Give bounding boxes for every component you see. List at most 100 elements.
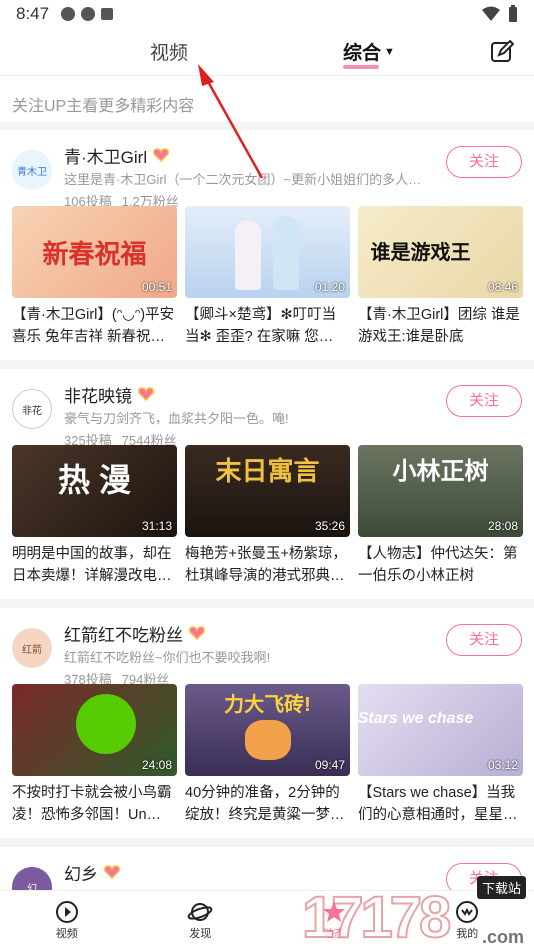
profile-icon: [456, 901, 479, 923]
video-title[interactable]: 梅艳芳+张曼玉+杨紫琼，杜琪峰导演的港式邪典…: [185, 543, 350, 587]
video-thumbnail[interactable]: 24:08: [12, 684, 177, 776]
thumbnail-text: 热 漫: [58, 462, 131, 498]
video-duration: 08:46: [487, 280, 518, 294]
heart-badge-icon: [153, 148, 170, 162]
sort-dropdown[interactable]: 综合 ▼: [343, 38, 395, 69]
video-title[interactable]: 【Stars we chase】当我们的心意相通时，星星…: [358, 782, 523, 826]
avatar[interactable]: 红箭: [12, 628, 52, 668]
video-title[interactable]: 【卿斗×楚鸢】✻叮叮当当✻ 歪歪? 在家嘛 您…: [185, 304, 350, 348]
avatar[interactable]: 青木卫: [12, 150, 52, 190]
nav-video-label: 视频: [55, 928, 78, 940]
status-time: 8:47: [16, 4, 50, 23]
follow-button[interactable]: 关注: [446, 385, 522, 417]
star-icon: [322, 901, 345, 922]
active-tab-indicator: [343, 65, 379, 69]
video-title[interactable]: 【人物志】仲代达矢：第一伯乐の小林正树: [358, 543, 523, 587]
up-card: 非花 非花映镜 豪气与刀剑齐飞，血浆共夕阳一色。唵! 325投稿 7544粉丝 关…: [0, 369, 534, 599]
video-item[interactable]: 末日寓言 35:26 梅艳芳+张曼玉+杨紫琼，杜琪峰导演的港式邪典…: [185, 445, 350, 587]
nav-discover[interactable]: 发现: [134, 891, 268, 950]
edit-icon[interactable]: [490, 40, 514, 64]
avatar[interactable]: 非花: [12, 389, 52, 429]
video-item[interactable]: 热 漫 31:13 明明是中国的故事，却在日本卖爆！详解漫改电…: [12, 445, 177, 587]
video-thumbnail[interactable]: 新春祝福 00:51: [12, 206, 177, 298]
top-tab-bar: 视频 综合 ▼: [0, 28, 534, 76]
heart-badge-icon: [189, 626, 205, 640]
video-item[interactable]: 24:08 不按时打卡就会被小鸟霸凌！恐怖多邻国！Un…: [12, 684, 177, 826]
video-duration: 03:12: [487, 758, 518, 772]
video-item[interactable]: 新春祝福 00:51 【青·木卫Girl】(ᵔ◡ᵔ)平安喜乐 兔年吉祥 新春祝…: [12, 206, 177, 348]
bottom-nav: 视频 发现 动态 我的: [0, 890, 534, 950]
up-name[interactable]: 红箭红不吃粉丝: [64, 621, 183, 646]
sort-label: 综合: [343, 43, 382, 64]
battery-icon: [509, 5, 517, 22]
video-thumbnail[interactable]: 谁是游戏王 08:46: [358, 206, 523, 298]
video-row: 热 漫 31:13 明明是中国的故事，却在日本卖爆！详解漫改电… 末日寓言 35…: [12, 445, 523, 587]
video-item[interactable]: 力大飞砖! 09:47 40分钟的准备，2分钟的绽放！终究是黄粱一梦…: [185, 684, 350, 826]
wifi-icon: [482, 6, 500, 21]
thumbnail-text: 谁是游戏王: [370, 242, 471, 264]
planet-icon: [187, 903, 213, 921]
video-title[interactable]: 【青·木卫Girl】团综 谁是游戏王:谁是卧底: [358, 304, 523, 348]
nav-dynamic-label: 动态: [322, 928, 345, 940]
video-duration: 01:20: [314, 280, 345, 294]
video-duration: 00:51: [141, 280, 172, 294]
nav-dynamic[interactable]: 动态: [267, 891, 401, 950]
video-row: 新春祝福 00:51 【青·木卫Girl】(ᵔ◡ᵔ)平安喜乐 兔年吉祥 新春祝……: [12, 206, 523, 348]
chevron-down-icon: ▼: [384, 45, 395, 58]
heart-badge-icon: [138, 387, 154, 401]
video-thumbnail[interactable]: 力大飞砖! 09:47: [185, 684, 350, 776]
app-notification-icon: [61, 7, 76, 21]
notification-icons: [61, 7, 114, 21]
app-screen: 8:47 视频 综合 ▼ 关注UP主看更多精彩内容 青木卫 青·木卫Girl 这…: [0, 0, 534, 950]
video-item[interactable]: 小林正树 28:08 【人物志】仲代达矢：第一伯乐の小林正树: [358, 445, 523, 587]
video-thumbnail[interactable]: 小林正树 28:08: [358, 445, 523, 537]
video-row: 24:08 不按时打卡就会被小鸟霸凌！恐怖多邻国！Un… 力大飞砖! 09:47…: [12, 684, 523, 826]
follow-button[interactable]: 关注: [446, 146, 522, 178]
app-notification-icon: [81, 7, 96, 21]
thumbnail-text: 力大飞砖!: [224, 694, 311, 716]
app-notification-icon: [101, 8, 114, 20]
thumbnail-text: Stars we chase: [358, 710, 474, 727]
up-name[interactable]: 非花映镜: [64, 382, 132, 407]
video-duration: 09:47: [314, 758, 345, 772]
video-thumbnail[interactable]: 末日寓言 35:26: [185, 445, 350, 537]
avatar-text: 非花: [22, 405, 42, 417]
up-signature: 豪气与刀剑齐飞，血浆共夕阳一色。唵!: [64, 411, 289, 426]
tab-video[interactable]: 视频: [150, 38, 188, 65]
video-duration: 35:26: [314, 519, 345, 533]
thumbnail-text: 新春祝福: [42, 239, 147, 269]
video-title[interactable]: 40分钟的准备，2分钟的绽放！终究是黄粱一梦…: [185, 782, 350, 826]
video-play-icon: [55, 901, 78, 923]
status-bar: 8:47: [0, 0, 534, 28]
video-duration: 28:08: [487, 519, 518, 533]
up-signature: 红箭红不吃粉丝~你们也不要咬我啊!: [64, 650, 271, 665]
video-thumbnail[interactable]: 热 漫 31:13: [12, 445, 177, 537]
follow-hint: 关注UP主看更多精彩内容: [0, 76, 534, 122]
video-title[interactable]: 【青·木卫Girl】(ᵔ◡ᵔ)平安喜乐 兔年吉祥 新春祝…: [12, 304, 177, 348]
video-thumbnail[interactable]: Stars we chase 03:12: [358, 684, 523, 776]
up-signature: 这里是青·木卫Girl（一个二次元女团）~更新小姐姐们的多人…: [64, 172, 422, 187]
nav-mine[interactable]: 我的: [401, 891, 534, 950]
nav-video[interactable]: 视频: [0, 891, 134, 950]
video-item[interactable]: Stars we chase 03:12 【Stars we chase】当我们…: [358, 684, 523, 826]
nav-mine-label: 我的: [456, 928, 479, 940]
up-name[interactable]: 青·木卫Girl: [64, 143, 147, 168]
nav-discover-label: 发现: [189, 928, 212, 940]
avatar-text: 红箭: [22, 644, 42, 656]
video-title[interactable]: 不按时打卡就会被小鸟霸凌！恐怖多邻国！Un…: [12, 782, 177, 826]
video-item[interactable]: 谁是游戏王 08:46 【青·木卫Girl】团综 谁是游戏王:谁是卧底: [358, 206, 523, 348]
avatar-text: 青木卫: [17, 166, 47, 178]
up-name[interactable]: 幻乡: [64, 860, 98, 885]
video-item[interactable]: 01:20 【卿斗×楚鸢】✻叮叮当当✻ 歪歪? 在家嘛 您…: [185, 206, 350, 348]
follow-button[interactable]: 关注: [446, 624, 522, 656]
video-title[interactable]: 明明是中国的故事，却在日本卖爆！详解漫改电…: [12, 543, 177, 587]
video-duration: 31:13: [141, 519, 172, 533]
system-icons: [482, 5, 518, 23]
video-duration: 24:08: [141, 758, 172, 772]
up-card: 红箭 红箭红不吃粉丝 红箭红不吃粉丝~你们也不要咬我啊! 378投稿 794粉丝 …: [0, 608, 534, 838]
heart-badge-icon: [104, 865, 120, 879]
video-thumbnail[interactable]: 01:20: [185, 206, 350, 298]
thumbnail-text: 末日寓言: [215, 456, 320, 486]
up-card: 青木卫 青·木卫Girl 这里是青·木卫Girl（一个二次元女团）~更新小姐姐们…: [0, 130, 534, 360]
thumbnail-text: 小林正树: [392, 458, 489, 485]
